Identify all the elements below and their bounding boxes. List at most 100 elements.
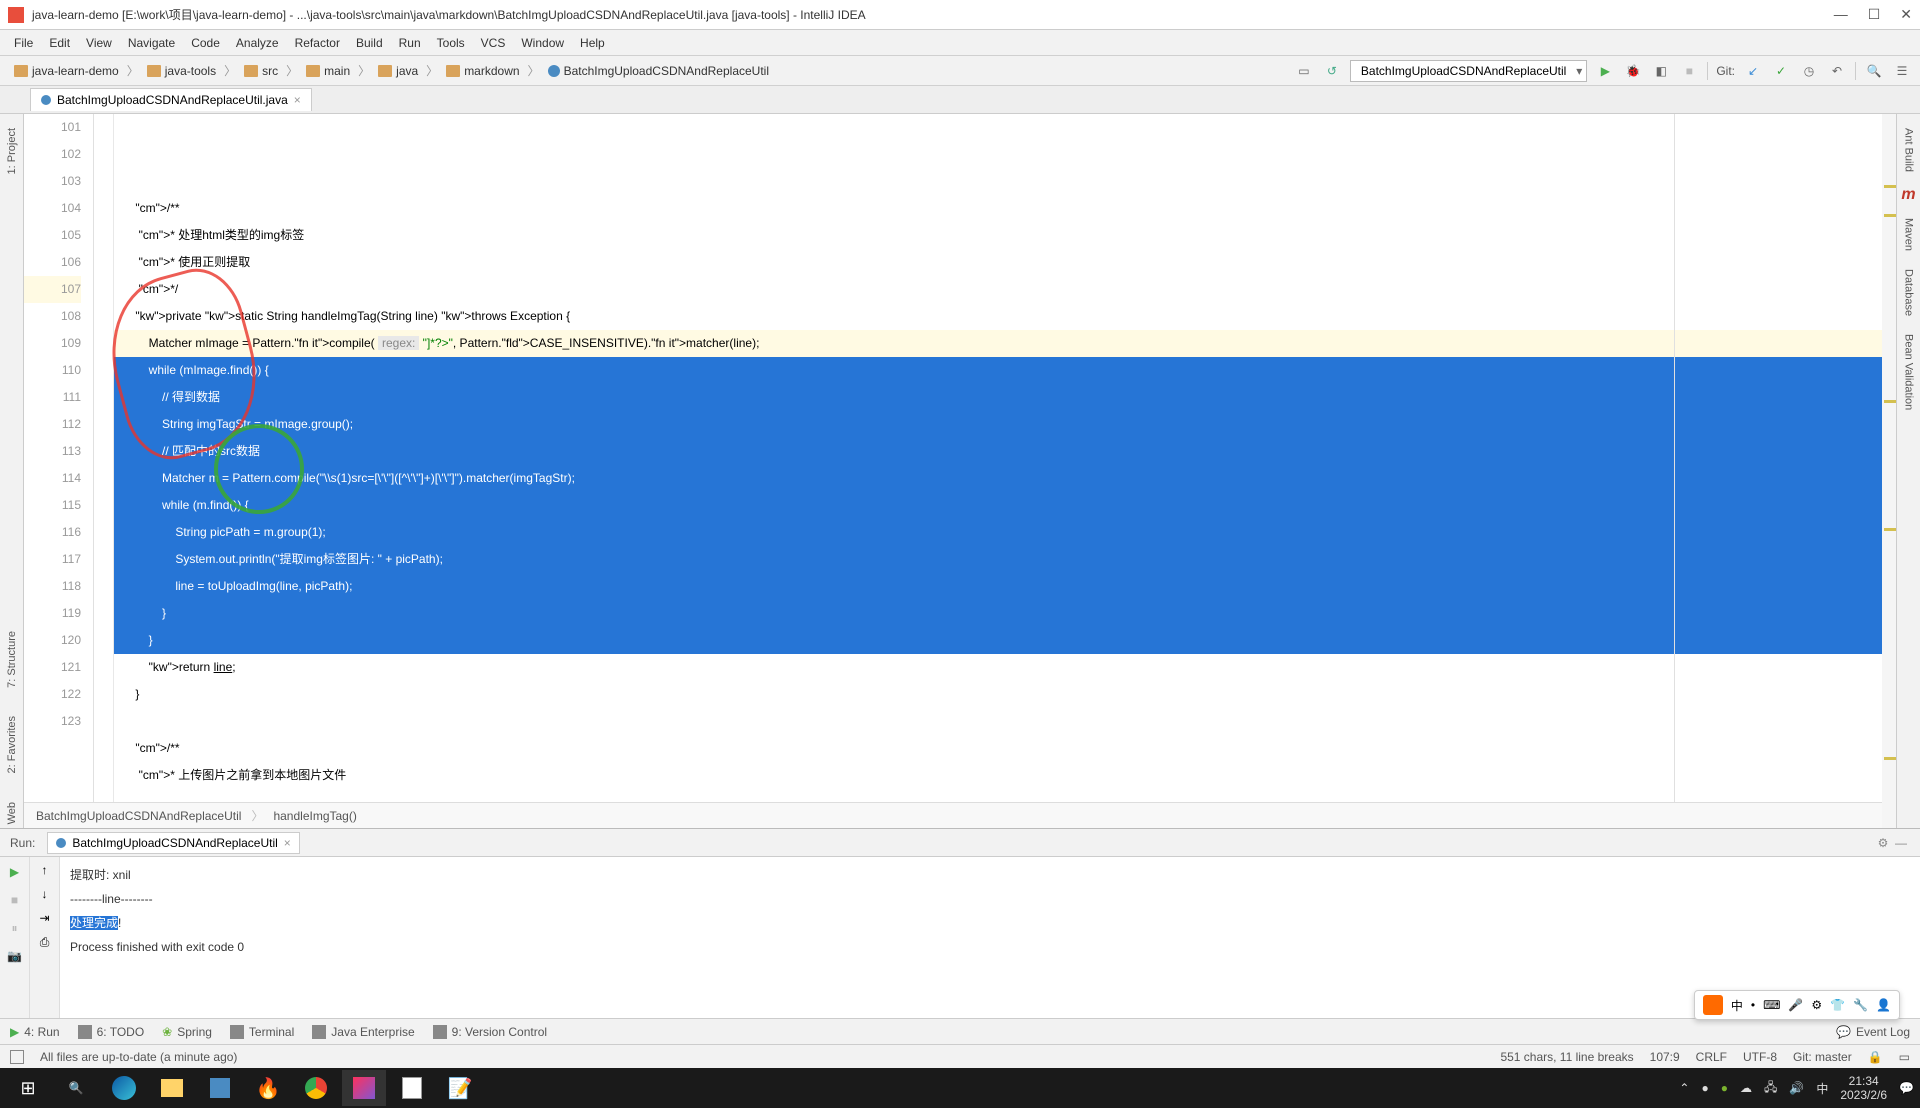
stop-run-button[interactable]: ■ xyxy=(6,891,24,909)
close-tab-icon[interactable]: × xyxy=(294,93,301,107)
notification-icon[interactable]: 💬 xyxy=(1899,1081,1914,1095)
minimize-panel-icon[interactable]: — xyxy=(1892,834,1910,852)
tab-todo[interactable]: 6: TODO xyxy=(78,1025,145,1039)
tray-wechat-icon[interactable]: ● xyxy=(1721,1081,1728,1095)
search-icon[interactable]: 🔍 xyxy=(1864,61,1884,81)
ime-mode[interactable]: 中 xyxy=(1731,997,1743,1014)
crumb-class[interactable]: BatchImgUploadCSDNAndReplaceUtil xyxy=(542,62,775,80)
code-content[interactable]: "cm">/** "cm">* 处理html类型的img标签 "cm">* 使用… xyxy=(114,114,1896,802)
ime-voice-icon[interactable]: 🎤 xyxy=(1788,998,1803,1012)
start-button[interactable]: ⊞ xyxy=(6,1070,50,1106)
git-commit-icon[interactable]: ✓ xyxy=(1771,61,1791,81)
hammer-icon[interactable]: ↺ xyxy=(1322,61,1342,81)
crumb-java[interactable]: java xyxy=(372,62,424,80)
stop-button[interactable]: ■ xyxy=(1679,61,1699,81)
memory-indicator-icon[interactable]: ▭ xyxy=(1899,1050,1910,1064)
close-run-tab-icon[interactable]: × xyxy=(284,836,291,850)
lock-icon[interactable]: 🔒 xyxy=(1868,1050,1883,1064)
menu-view[interactable]: View xyxy=(80,34,118,52)
run-tab[interactable]: BatchImgUploadCSDNAndReplaceUtil × xyxy=(47,832,299,854)
crumb-main[interactable]: main xyxy=(300,62,356,80)
up-arrow-icon[interactable]: ↑ xyxy=(42,863,48,877)
tool-favorites[interactable]: 2: Favorites xyxy=(4,712,20,777)
tab-jee[interactable]: Java Enterprise xyxy=(312,1025,414,1039)
tool-maven[interactable]: Maven xyxy=(1901,214,1917,255)
run-button[interactable]: ▶ xyxy=(1595,61,1615,81)
tool-project[interactable]: 1: Project xyxy=(4,124,20,178)
crumb-markdown[interactable]: markdown xyxy=(440,62,525,80)
menu-run[interactable]: Run xyxy=(393,34,427,52)
tray-volume-icon[interactable]: 🔊 xyxy=(1789,1081,1804,1095)
notepadpp-icon[interactable]: 📝 xyxy=(438,1070,482,1106)
status-encoding[interactable]: UTF-8 xyxy=(1743,1050,1777,1064)
git-history-icon[interactable]: ◷ xyxy=(1799,61,1819,81)
menu-analyze[interactable]: Analyze xyxy=(230,34,285,52)
chrome-icon[interactable] xyxy=(294,1070,338,1106)
crumb-method-name[interactable]: handleImgTag() xyxy=(273,809,356,823)
tab-event-log[interactable]: 💬Event Log xyxy=(1836,1025,1910,1039)
taskbar-clock[interactable]: 21:34 2023/2/6 xyxy=(1840,1074,1887,1102)
status-caret-position[interactable]: 107:9 xyxy=(1650,1050,1680,1064)
tray-chevron-icon[interactable]: ⌃ xyxy=(1679,1081,1689,1095)
git-revert-icon[interactable]: ↶ xyxy=(1827,61,1847,81)
menu-window[interactable]: Window xyxy=(515,34,570,52)
flame-icon[interactable]: 🔥 xyxy=(246,1070,290,1106)
rerun-button[interactable]: ▶ xyxy=(6,863,24,881)
editor-tab[interactable]: BatchImgUploadCSDNAndReplaceUtil.java × xyxy=(30,88,312,111)
tray-ime-icon[interactable]: 中 xyxy=(1816,1080,1828,1097)
tab-terminal[interactable]: Terminal xyxy=(230,1025,294,1039)
crumb-src[interactable]: src xyxy=(238,62,284,80)
print-icon[interactable]: ⎙ xyxy=(40,935,50,950)
menu-build[interactable]: Build xyxy=(350,34,389,52)
tool-ant[interactable]: Ant Build xyxy=(1901,124,1917,176)
camera-icon[interactable]: 📷 xyxy=(6,947,24,965)
search-button[interactable]: 🔍 xyxy=(54,1070,98,1106)
coverage-button[interactable]: ◧ xyxy=(1651,61,1671,81)
menu-file[interactable]: File xyxy=(8,34,39,52)
ime-punct[interactable]: • xyxy=(1751,998,1755,1012)
ime-settings-icon[interactable]: ⚙ xyxy=(1811,998,1822,1012)
tray-network-icon[interactable]: 🖧 xyxy=(1764,1078,1777,1099)
explorer-icon[interactable] xyxy=(150,1070,194,1106)
error-stripe[interactable] xyxy=(1882,114,1896,802)
ime-user-icon[interactable]: 👤 xyxy=(1876,998,1891,1012)
menu-refactor[interactable]: Refactor xyxy=(289,34,346,52)
down-arrow-icon[interactable]: ↓ xyxy=(42,887,48,901)
intellij-icon[interactable] xyxy=(342,1070,386,1106)
menu-help[interactable]: Help xyxy=(574,34,611,52)
code-editor[interactable]: 1011021031041051061071081091101111121131… xyxy=(24,114,1896,828)
edge-icon[interactable] xyxy=(102,1070,146,1106)
notepad-icon[interactable] xyxy=(390,1070,434,1106)
device-icon[interactable]: ▭ xyxy=(1294,61,1314,81)
close-button[interactable]: ✕ xyxy=(1900,6,1912,23)
tray-cloud-icon[interactable]: ☁ xyxy=(1740,1081,1752,1095)
crumb-project[interactable]: java-learn-demo xyxy=(8,62,125,80)
tab-spring[interactable]: ❀Spring xyxy=(162,1025,212,1039)
ime-tools-icon[interactable]: 🔧 xyxy=(1853,998,1868,1012)
pause-button[interactable]: ⏸ xyxy=(6,919,24,937)
settings-icon[interactable]: ☰ xyxy=(1892,61,1912,81)
tool-bean-validation[interactable]: Bean Validation xyxy=(1901,330,1917,414)
crumb-module[interactable]: java-tools xyxy=(141,62,222,80)
menu-edit[interactable]: Edit xyxy=(43,34,76,52)
tray-app-icon[interactable]: ● xyxy=(1701,1081,1708,1095)
status-line-separator[interactable]: CRLF xyxy=(1696,1050,1727,1064)
menu-vcs[interactable]: VCS xyxy=(475,34,512,52)
run-config-select[interactable]: BatchImgUploadCSDNAndReplaceUtil xyxy=(1350,60,1587,82)
git-pull-icon[interactable]: ↙ xyxy=(1743,61,1763,81)
tool-web[interactable]: Web xyxy=(4,798,20,828)
wrap-icon[interactable]: ⇥ xyxy=(39,911,49,925)
ime-skin-icon[interactable]: 👕 xyxy=(1830,998,1845,1012)
ime-keyboard-icon[interactable]: ⌨ xyxy=(1763,998,1780,1012)
tab-run[interactable]: ▶4: Run xyxy=(10,1025,60,1039)
debug-button[interactable]: 🐞 xyxy=(1623,61,1643,81)
ime-toolbar[interactable]: 中 • ⌨ 🎤 ⚙ 👕 🔧 👤 xyxy=(1694,990,1900,1020)
crumb-class-name[interactable]: BatchImgUploadCSDNAndReplaceUtil xyxy=(36,809,241,823)
status-git-branch[interactable]: Git: master xyxy=(1793,1050,1852,1064)
minimize-button[interactable]: — xyxy=(1834,6,1848,23)
menu-navigate[interactable]: Navigate xyxy=(122,34,181,52)
tab-vcs[interactable]: 9: Version Control xyxy=(433,1025,547,1039)
menu-tools[interactable]: Tools xyxy=(431,34,471,52)
run-settings-icon[interactable]: ⚙ xyxy=(1874,834,1892,852)
tool-database[interactable]: Database xyxy=(1901,265,1917,320)
